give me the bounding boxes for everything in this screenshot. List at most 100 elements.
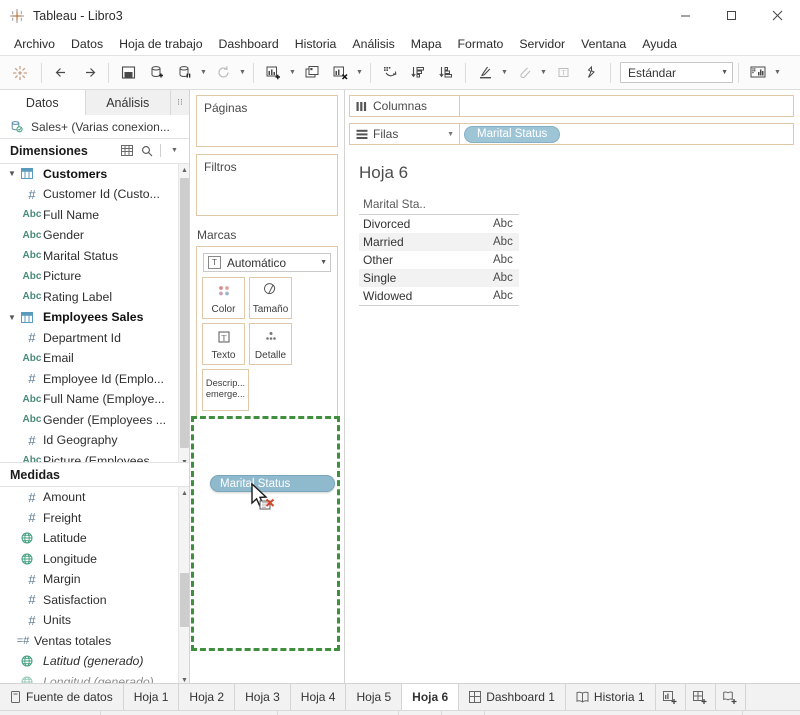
drop-zone-highlight[interactable]: Marital Status [191,416,340,651]
tab-datos[interactable]: Datos [0,90,86,116]
save-icon[interactable] [115,60,141,86]
dimensions-list[interactable]: ▼ Customers # Customer Id (Custo... Abc … [0,163,189,463]
measure-latitude[interactable]: Latitude [0,528,189,549]
field-gender[interactable]: Abc Gender [0,225,189,246]
chevron-down-icon[interactable]: ▼ [8,313,21,322]
show-me-icon[interactable] [745,60,771,86]
data-source-caret-icon[interactable]: ▼ [198,60,209,86]
show-full-icon[interactable] [781,711,800,715]
menu-formato[interactable]: Formato [450,34,512,54]
marks-tooltip-button[interactable]: Descrip... emerge... [202,369,249,411]
chevron-down-icon[interactable]: ▼ [8,169,21,178]
menu-servidor[interactable]: Servidor [511,34,573,54]
next-page-icon[interactable]: ▶ [710,711,726,715]
menu-datos[interactable]: Datos [63,34,111,54]
clear-sheet-icon[interactable] [327,60,353,86]
search-icon[interactable] [138,142,155,159]
scroll-down-icon[interactable]: ▼ [179,674,189,683]
marks-size-button[interactable]: Tamaño [249,277,292,319]
table-row[interactable]: Widowed Abc [359,287,519,306]
columns-shelf[interactable]: Columnas [349,95,794,117]
field-email[interactable]: Abc Email [0,348,189,369]
panel-grip-icon[interactable]: ⁝⁝ [171,90,189,116]
measure-amount[interactable]: # Amount [0,487,189,508]
measure-units[interactable]: # Units [0,610,189,631]
marks-text-button[interactable]: T Texto [202,323,245,365]
scroll-up-icon[interactable]: ▲ [179,487,189,500]
new-data-source-icon[interactable] [143,60,169,86]
measure-latitud-generado[interactable]: Latitud (generado) [0,651,189,672]
highlight-caret-icon[interactable]: ▼ [499,60,510,86]
menu-archivo[interactable]: Archivo [6,34,63,54]
menu-ventana[interactable]: Ventana [573,34,634,54]
menu-hoja-de-trabajo[interactable]: Hoja de trabajo [111,34,210,54]
field-full-name-employee[interactable]: Abc Full Name (Employe... [0,389,189,410]
filters-card[interactable]: Filtros [196,154,338,216]
tab-hoja-3[interactable]: Hoja 3 [235,684,291,710]
forward-arrow-icon[interactable] [76,60,102,86]
tab-hoja-2[interactable]: Hoja 2 [179,684,236,710]
previous-page-icon[interactable]: ◀ [694,711,710,715]
refresh-data-source-icon[interactable] [210,60,236,86]
measure-freight[interactable]: # Freight [0,508,189,529]
grid-view-icon[interactable] [118,142,135,159]
field-customer-id[interactable]: # Customer Id (Custo... [0,184,189,205]
tab-historia-1[interactable]: Historia 1 [565,684,656,710]
data-source-item[interactable]: Sales+ (Varias conexion... [0,115,189,140]
sort-ascending-icon[interactable] [405,60,431,86]
field-marital-status[interactable]: Abc Marital Status [0,246,189,267]
chevron-down-icon[interactable]: ▼ [447,131,454,138]
fix-axes-icon[interactable] [578,60,604,86]
group-members-icon[interactable] [511,60,537,86]
menu-mapa[interactable]: Mapa [403,34,450,54]
worksheet-canvas[interactable]: Hoja 6 Marital Sta.. Divorced Abc Marrie… [345,151,800,683]
tab-hoja-1[interactable]: Hoja 1 [123,684,180,710]
new-worksheet-caret-icon[interactable]: ▼ [287,60,298,86]
tab-hoja-4[interactable]: Hoja 4 [290,684,347,710]
dimensions-scrollbar[interactable]: ▲ ▼ [178,163,189,463]
columns-drop-area[interactable] [460,96,793,116]
tab-fuente-de-datos[interactable]: Fuente de datos [0,684,124,710]
fit-select[interactable]: Estándar ▼ [620,62,733,83]
rows-shelf[interactable]: Filas ▼ Marital Status [349,123,794,145]
clear-sheet-caret-icon[interactable]: ▼ [354,60,365,86]
field-group-customers[interactable]: ▼ Customers [0,164,189,185]
measure-longitud-generado[interactable]: Longitud (generado) [0,672,189,683]
scroll-down-icon[interactable]: ▼ [179,455,189,463]
back-arrow-icon[interactable] [48,60,74,86]
measure-satisfaction[interactable]: # Satisfaction [0,590,189,611]
close-button[interactable] [754,0,800,32]
scrollbar-thumb[interactable] [180,177,189,448]
field-department-id[interactable]: # Department Id [0,328,189,349]
new-worksheet-tab-button[interactable] [655,684,686,710]
field-gender-employees[interactable]: Abc Gender (Employees ... [0,410,189,431]
show-grid-icon[interactable] [743,711,762,715]
marks-color-button[interactable]: Color [202,277,245,319]
field-group-employees-sales[interactable]: ▼ Employees Sales [0,307,189,328]
minimize-button[interactable] [662,0,708,32]
menu-ayuda[interactable]: Ayuda [634,34,685,54]
measures-scrollbar[interactable]: ▲ ▼ [178,487,189,683]
tab-analisis[interactable]: Análisis [85,90,171,116]
tableau-home-icon[interactable] [5,60,35,86]
chevron-down-icon[interactable]: ▼ [166,142,183,159]
table-header-marital-status[interactable]: Marital Sta.. [359,195,467,215]
menu-analisis[interactable]: Análisis [344,34,402,54]
pause-data-source-icon[interactable] [171,60,197,86]
tab-hoja-5[interactable]: Hoja 5 [346,684,403,710]
tab-dashboard-1[interactable]: Dashboard 1 [459,684,566,710]
field-full-name[interactable]: Abc Full Name [0,205,189,226]
table-row[interactable]: Single Abc [359,269,519,287]
measure-ventas-totales[interactable]: =# Ventas totales [0,631,189,652]
scroll-up-icon[interactable]: ▲ [179,163,189,177]
maximize-button[interactable] [708,0,754,32]
field-rating-label[interactable]: Abc Rating Label [0,287,189,308]
measures-list[interactable]: # Amount # Freight Latitude Longitude # … [0,487,189,683]
pages-card[interactable]: Páginas [196,95,338,147]
first-page-icon[interactable]: |◀ [678,711,694,715]
measure-longitude[interactable]: Longitude [0,549,189,570]
refresh-caret-icon[interactable]: ▼ [237,60,248,86]
field-picture-employees[interactable]: Abc Picture (Employees ... [0,451,189,463]
measure-margin[interactable]: # Margin [0,569,189,590]
swap-rows-columns-icon[interactable] [377,60,403,86]
